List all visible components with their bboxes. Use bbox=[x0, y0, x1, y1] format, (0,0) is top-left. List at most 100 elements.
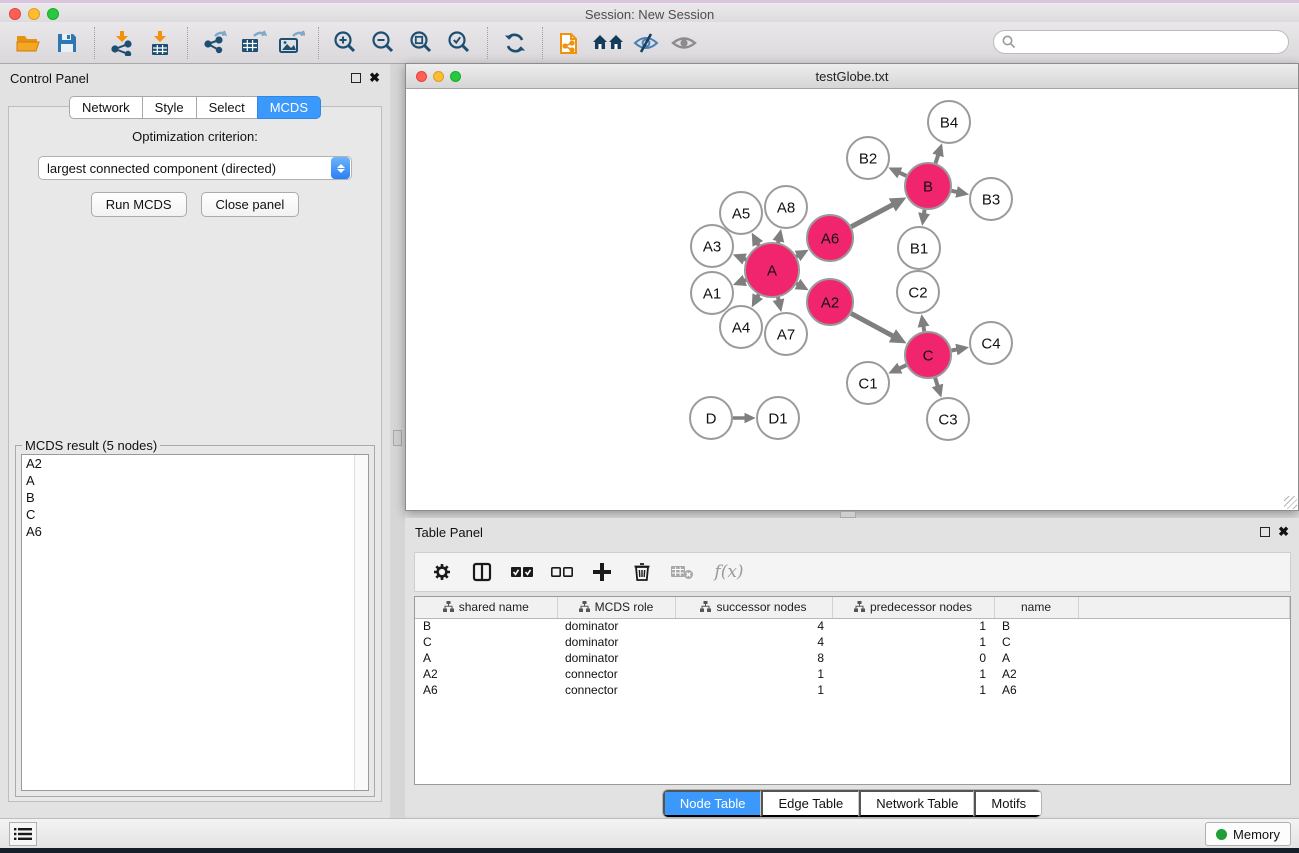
table-cell: 1 bbox=[675, 666, 832, 682]
column-header-name[interactable]: name bbox=[994, 597, 1078, 618]
zoom-selected-button[interactable] bbox=[441, 25, 479, 61]
import-table-button[interactable] bbox=[141, 25, 179, 61]
clone-network-button[interactable] bbox=[551, 25, 589, 61]
task-history-button[interactable] bbox=[9, 822, 37, 846]
mcds-result-group: MCDS result (5 nodes) A2ABCA6 bbox=[15, 445, 375, 797]
table-cell: 1 bbox=[832, 682, 994, 698]
column-view-button[interactable] bbox=[467, 557, 497, 587]
result-scrollbar[interactable] bbox=[354, 455, 368, 790]
control-panel: Control Panel ✖ NetworkStyleSelectMCDS O… bbox=[0, 64, 390, 818]
eye-icon bbox=[670, 31, 698, 55]
refresh-view-button[interactable] bbox=[496, 25, 534, 61]
export-image-button[interactable] bbox=[272, 25, 310, 61]
zoom-in-button[interactable] bbox=[327, 25, 365, 61]
export-table-button[interactable] bbox=[234, 25, 272, 61]
mcds-result-item[interactable]: A2 bbox=[22, 455, 368, 472]
close-panel-button[interactable]: Close panel bbox=[201, 192, 300, 217]
delete-column-button[interactable] bbox=[627, 557, 657, 587]
node-table: shared nameMCDS rolesuccessor nodesprede… bbox=[414, 596, 1291, 785]
splitter-handle-vertical[interactable] bbox=[393, 430, 402, 446]
save-session-button[interactable] bbox=[48, 25, 86, 61]
checked-boxes-icon bbox=[511, 566, 533, 578]
graph-edge-C-C2[interactable] bbox=[923, 326, 924, 331]
column-header-successor-nodes[interactable]: successor nodes bbox=[675, 597, 832, 618]
graph-edge-B-B1[interactable] bbox=[924, 210, 925, 214]
open-session-button[interactable] bbox=[10, 25, 48, 61]
tab-edge-table[interactable]: Edge Table bbox=[761, 790, 859, 817]
graph-edge-B-B4[interactable] bbox=[935, 155, 938, 163]
graph-edge-C-C3[interactable] bbox=[935, 378, 937, 386]
column-header-MCDS-role[interactable]: MCDS role bbox=[557, 597, 675, 618]
graph-node-label: A7 bbox=[777, 326, 795, 343]
hide-selected-button[interactable] bbox=[627, 25, 665, 61]
zoom-fit-button[interactable] bbox=[403, 25, 441, 61]
close-table-panel-icon[interactable]: ✖ bbox=[1278, 527, 1289, 537]
graph-node-label: A1 bbox=[703, 285, 721, 302]
show-all-button[interactable] bbox=[665, 25, 703, 61]
graph-edge-A6-B[interactable] bbox=[851, 205, 892, 227]
mcds-result-item[interactable]: A bbox=[22, 472, 368, 489]
table-row[interactable]: Cdominator41C bbox=[415, 634, 1290, 650]
column-header-shared-name[interactable]: shared name bbox=[415, 597, 557, 618]
desktop-background bbox=[0, 848, 1299, 853]
table-row[interactable]: A2connector11A2 bbox=[415, 666, 1290, 682]
close-panel-icon[interactable]: ✖ bbox=[369, 73, 380, 83]
trash-icon bbox=[633, 562, 651, 582]
tab-network[interactable]: Network bbox=[69, 96, 142, 119]
gear-icon bbox=[432, 562, 452, 582]
tab-node-table[interactable]: Node Table bbox=[663, 790, 762, 817]
table-cell: A bbox=[994, 650, 1078, 666]
function-builder-button[interactable]: f(x) bbox=[707, 557, 751, 587]
network-window-titlebar[interactable]: testGlobe.txt bbox=[406, 64, 1298, 89]
table-row[interactable]: A6connector11A6 bbox=[415, 682, 1290, 698]
column-header-predecessor-nodes[interactable]: predecessor nodes bbox=[832, 597, 994, 618]
window-resize-grip[interactable] bbox=[1284, 496, 1297, 509]
graph-node-label: B bbox=[923, 178, 933, 195]
graph-edge-A-A7[interactable] bbox=[778, 297, 779, 300]
network-canvas[interactable]: AA6A2BCA5A8A3A1A4A7B2B4B3B1C2C1C4C3DD1 bbox=[406, 89, 1298, 510]
tab-select[interactable]: Select bbox=[196, 96, 257, 119]
graph-edge-B-B3[interactable] bbox=[952, 191, 957, 192]
add-column-button[interactable] bbox=[587, 557, 617, 587]
table-cell: dominator bbox=[557, 618, 675, 634]
eye-slash-icon bbox=[632, 31, 660, 55]
graph-node-label: A6 bbox=[821, 230, 839, 247]
float-table-panel-icon[interactable] bbox=[1260, 527, 1270, 537]
graph-node-label: C4 bbox=[981, 335, 1000, 352]
tab-network-table[interactable]: Network Table bbox=[859, 790, 974, 817]
graph-edge-C-C4[interactable] bbox=[952, 350, 957, 351]
table-row[interactable]: Adominator80A bbox=[415, 650, 1290, 666]
memory-button[interactable]: Memory bbox=[1205, 822, 1291, 846]
mcds-result-item[interactable]: B bbox=[22, 489, 368, 506]
run-mcds-button[interactable]: Run MCDS bbox=[91, 192, 187, 217]
houses-icon bbox=[592, 31, 624, 55]
delete-table-button[interactable] bbox=[667, 557, 697, 587]
save-floppy-icon bbox=[56, 32, 78, 54]
search-input[interactable] bbox=[1016, 32, 1288, 52]
import-network-button[interactable] bbox=[103, 25, 141, 61]
tab-mcds[interactable]: MCDS bbox=[257, 96, 321, 119]
home-networks-button[interactable] bbox=[589, 25, 627, 61]
deselect-all-button[interactable] bbox=[547, 557, 577, 587]
select-all-button[interactable] bbox=[507, 557, 537, 587]
zoom-out-button[interactable] bbox=[365, 25, 403, 61]
table-toolbar: f(x) bbox=[414, 552, 1291, 592]
table-settings-button[interactable] bbox=[427, 557, 457, 587]
graph-node-label: B1 bbox=[910, 240, 928, 257]
criterion-select[interactable]: largest connected component (directed) bbox=[38, 156, 352, 180]
graph-edge-B-B2[interactable] bbox=[900, 173, 907, 176]
export-network-button[interactable] bbox=[196, 25, 234, 61]
graph-edge-A2-C[interactable] bbox=[851, 313, 893, 336]
graph-node-label: B4 bbox=[940, 114, 958, 131]
tab-style[interactable]: Style bbox=[142, 96, 196, 119]
open-folder-icon bbox=[16, 32, 42, 54]
table-row[interactable]: Bdominator41B bbox=[415, 618, 1290, 634]
splitter-handle-horizontal[interactable] bbox=[840, 511, 856, 518]
graph-edge-C-C1[interactable] bbox=[900, 365, 907, 368]
mcds-result-item[interactable]: C bbox=[22, 506, 368, 523]
toolbar-separator bbox=[487, 27, 488, 59]
import-table-icon bbox=[147, 30, 173, 56]
float-panel-icon[interactable] bbox=[351, 73, 361, 83]
mcds-result-item[interactable]: A6 bbox=[22, 523, 368, 540]
tab-motifs[interactable]: Motifs bbox=[974, 790, 1041, 817]
